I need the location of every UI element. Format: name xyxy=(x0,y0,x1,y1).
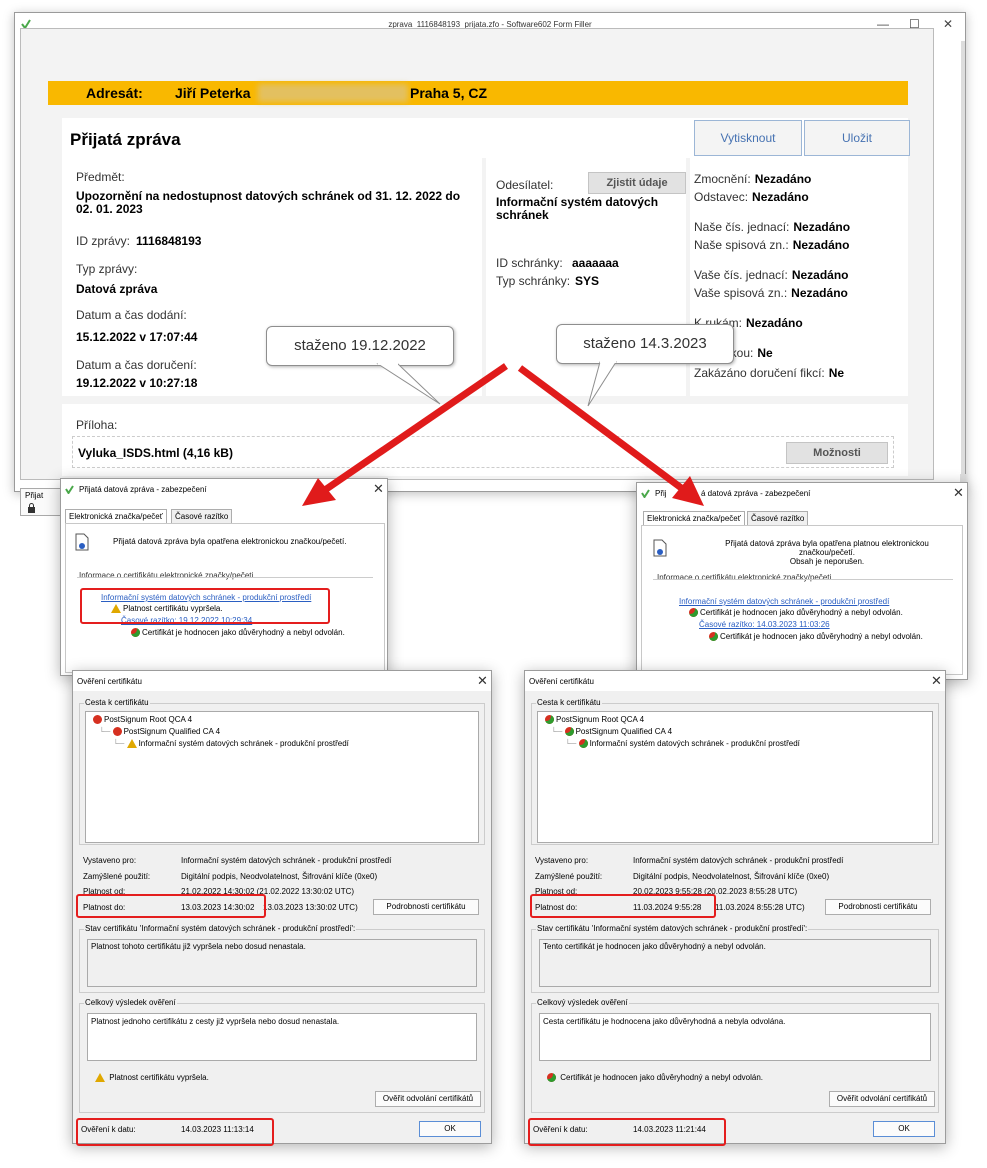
callout-left-tail xyxy=(376,363,441,405)
annotation-arrows xyxy=(302,361,704,506)
arrow-right-shaft xyxy=(517,365,687,493)
highlight-left-date xyxy=(76,1118,274,1146)
highlight-right-date xyxy=(528,1118,726,1146)
callout-right-tail xyxy=(587,361,617,407)
highlight-left-validto xyxy=(76,894,266,918)
highlight-left-cert xyxy=(80,588,330,624)
highlight-right-validto xyxy=(530,894,716,918)
